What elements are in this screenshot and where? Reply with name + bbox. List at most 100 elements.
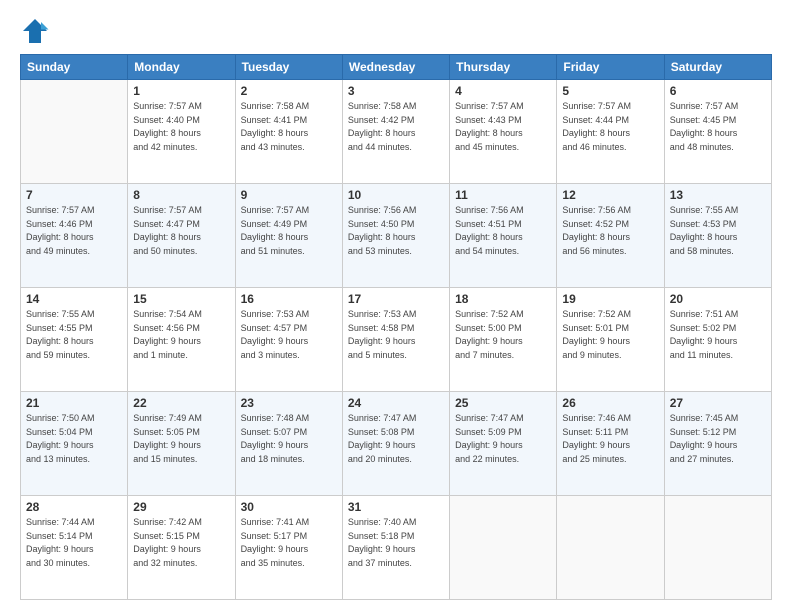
- calendar-cell: 14 Sunrise: 7:55 AM Sunset: 4:55 PM Dayli…: [21, 288, 128, 392]
- calendar-cell: 3 Sunrise: 7:58 AM Sunset: 4:42 PM Daylig…: [342, 80, 449, 184]
- day-info: Sunrise: 7:51 AM Sunset: 5:02 PM Dayligh…: [670, 308, 766, 362]
- day-number: 21: [26, 396, 122, 410]
- calendar-cell: 7 Sunrise: 7:57 AM Sunset: 4:46 PM Daylig…: [21, 184, 128, 288]
- calendar-cell: [557, 496, 664, 600]
- day-info: Sunrise: 7:58 AM Sunset: 4:41 PM Dayligh…: [241, 100, 337, 154]
- calendar-cell: 18Sunrise: 7:52 AM Sunset: 5:00 PM Dayli…: [450, 288, 557, 392]
- weekday-header-row: SundayMondayTuesdayWednesdayThursdayFrid…: [21, 55, 772, 80]
- day-number: 17: [348, 292, 444, 306]
- calendar-cell: 17 Sunrise: 7:53 AM Sunset: 4:58 PM Dayli…: [342, 288, 449, 392]
- day-number: 31: [348, 500, 444, 514]
- day-info: Sunrise: 7:56 AM Sunset: 4:50 PM Dayligh…: [348, 204, 444, 258]
- calendar-cell: 29 Sunrise: 7:42 AM Sunset: 5:15 PM Dayli…: [128, 496, 235, 600]
- calendar-cell: 15Sunrise: 7:54 AM Sunset: 4:56 PM Dayli…: [128, 288, 235, 392]
- day-info: Sunrise: 7:47 AM Sunset: 5:09 PM Dayligh…: [455, 412, 551, 466]
- day-info: Sunrise: 7:57 AM Sunset: 4:40 PM Dayligh…: [133, 100, 229, 154]
- day-number: 4: [455, 84, 551, 98]
- calendar-cell: [664, 496, 771, 600]
- week-row-1: 7 Sunrise: 7:57 AM Sunset: 4:46 PM Daylig…: [21, 184, 772, 288]
- calendar-cell: 24 Sunrise: 7:47 AM Sunset: 5:08 PM Dayli…: [342, 392, 449, 496]
- day-number: 14: [26, 292, 122, 306]
- day-info: Sunrise: 7:45 AM Sunset: 5:12 PM Dayligh…: [670, 412, 766, 466]
- calendar-cell: 20 Sunrise: 7:51 AM Sunset: 5:02 PM Dayli…: [664, 288, 771, 392]
- calendar-cell: 21 Sunrise: 7:50 AM Sunset: 5:04 PM Dayli…: [21, 392, 128, 496]
- day-number: 30: [241, 500, 337, 514]
- day-info: Sunrise: 7:57 AM Sunset: 4:44 PM Dayligh…: [562, 100, 658, 154]
- day-number: 16: [241, 292, 337, 306]
- day-info: Sunrise: 7:57 AM Sunset: 4:49 PM Dayligh…: [241, 204, 337, 258]
- day-info: Sunrise: 7:48 AM Sunset: 5:07 PM Dayligh…: [241, 412, 337, 466]
- calendar-cell: 5 Sunrise: 7:57 AM Sunset: 4:44 PM Daylig…: [557, 80, 664, 184]
- calendar-cell: 28Sunrise: 7:44 AM Sunset: 5:14 PM Dayli…: [21, 496, 128, 600]
- day-info: Sunrise: 7:57 AM Sunset: 4:46 PM Dayligh…: [26, 204, 122, 258]
- weekday-header-saturday: Saturday: [664, 55, 771, 80]
- weekday-header-friday: Friday: [557, 55, 664, 80]
- day-number: 11: [455, 188, 551, 202]
- day-info: Sunrise: 7:42 AM Sunset: 5:15 PM Dayligh…: [133, 516, 229, 570]
- day-number: 5: [562, 84, 658, 98]
- day-number: 25: [455, 396, 551, 410]
- day-info: Sunrise: 7:50 AM Sunset: 5:04 PM Dayligh…: [26, 412, 122, 466]
- day-info: Sunrise: 7:57 AM Sunset: 4:47 PM Dayligh…: [133, 204, 229, 258]
- day-number: 9: [241, 188, 337, 202]
- week-row-4: 28Sunrise: 7:44 AM Sunset: 5:14 PM Dayli…: [21, 496, 772, 600]
- day-info: Sunrise: 7:56 AM Sunset: 4:51 PM Dayligh…: [455, 204, 551, 258]
- page: SundayMondayTuesdayWednesdayThursdayFrid…: [0, 0, 792, 612]
- day-number: 23: [241, 396, 337, 410]
- calendar-cell: 16 Sunrise: 7:53 AM Sunset: 4:57 PM Dayli…: [235, 288, 342, 392]
- weekday-header-thursday: Thursday: [450, 55, 557, 80]
- day-number: 19: [562, 292, 658, 306]
- day-info: Sunrise: 7:52 AM Sunset: 5:01 PM Dayligh…: [562, 308, 658, 362]
- weekday-header-tuesday: Tuesday: [235, 55, 342, 80]
- day-number: 15: [133, 292, 229, 306]
- day-number: 24: [348, 396, 444, 410]
- calendar-cell: 30 Sunrise: 7:41 AM Sunset: 5:17 PM Dayli…: [235, 496, 342, 600]
- day-number: 28: [26, 500, 122, 514]
- day-number: 2: [241, 84, 337, 98]
- day-number: 8: [133, 188, 229, 202]
- calendar-cell: 4Sunrise: 7:57 AM Sunset: 4:43 PM Daylig…: [450, 80, 557, 184]
- day-number: 6: [670, 84, 766, 98]
- day-number: 7: [26, 188, 122, 202]
- day-info: Sunrise: 7:47 AM Sunset: 5:08 PM Dayligh…: [348, 412, 444, 466]
- week-row-2: 14 Sunrise: 7:55 AM Sunset: 4:55 PM Dayli…: [21, 288, 772, 392]
- calendar-cell: 9 Sunrise: 7:57 AM Sunset: 4:49 PM Daylig…: [235, 184, 342, 288]
- weekday-header-monday: Monday: [128, 55, 235, 80]
- calendar-cell: 19 Sunrise: 7:52 AM Sunset: 5:01 PM Dayli…: [557, 288, 664, 392]
- calendar-cell: 8 Sunrise: 7:57 AM Sunset: 4:47 PM Daylig…: [128, 184, 235, 288]
- day-info: Sunrise: 7:55 AM Sunset: 4:55 PM Dayligh…: [26, 308, 122, 362]
- calendar-cell: [450, 496, 557, 600]
- week-row-0: 1 Sunrise: 7:57 AM Sunset: 4:40 PM Daylig…: [21, 80, 772, 184]
- day-info: Sunrise: 7:46 AM Sunset: 5:11 PM Dayligh…: [562, 412, 658, 466]
- weekday-header-wednesday: Wednesday: [342, 55, 449, 80]
- day-info: Sunrise: 7:41 AM Sunset: 5:17 PM Dayligh…: [241, 516, 337, 570]
- calendar-cell: 31 Sunrise: 7:40 AM Sunset: 5:18 PM Dayli…: [342, 496, 449, 600]
- day-number: 22: [133, 396, 229, 410]
- day-number: 10: [348, 188, 444, 202]
- day-info: Sunrise: 7:53 AM Sunset: 4:57 PM Dayligh…: [241, 308, 337, 362]
- day-number: 12: [562, 188, 658, 202]
- day-number: 13: [670, 188, 766, 202]
- week-row-3: 21 Sunrise: 7:50 AM Sunset: 5:04 PM Dayli…: [21, 392, 772, 496]
- calendar-cell: 11 Sunrise: 7:56 AM Sunset: 4:51 PM Dayli…: [450, 184, 557, 288]
- calendar-cell: 23 Sunrise: 7:48 AM Sunset: 5:07 PM Dayli…: [235, 392, 342, 496]
- calendar-cell: 13Sunrise: 7:55 AM Sunset: 4:53 PM Dayli…: [664, 184, 771, 288]
- day-info: Sunrise: 7:58 AM Sunset: 4:42 PM Dayligh…: [348, 100, 444, 154]
- calendar-table: SundayMondayTuesdayWednesdayThursdayFrid…: [20, 54, 772, 600]
- calendar-cell: 25 Sunrise: 7:47 AM Sunset: 5:09 PM Dayli…: [450, 392, 557, 496]
- day-info: Sunrise: 7:49 AM Sunset: 5:05 PM Dayligh…: [133, 412, 229, 466]
- day-info: Sunrise: 7:40 AM Sunset: 5:18 PM Dayligh…: [348, 516, 444, 570]
- calendar-cell: 12Sunrise: 7:56 AM Sunset: 4:52 PM Dayli…: [557, 184, 664, 288]
- day-number: 20: [670, 292, 766, 306]
- logo: [20, 16, 54, 46]
- calendar-cell: 26Sunrise: 7:46 AM Sunset: 5:11 PM Dayli…: [557, 392, 664, 496]
- day-number: 29: [133, 500, 229, 514]
- calendar-cell: 10 Sunrise: 7:56 AM Sunset: 4:50 PM Dayli…: [342, 184, 449, 288]
- day-number: 3: [348, 84, 444, 98]
- calendar-cell: 27Sunrise: 7:45 AM Sunset: 5:12 PM Dayli…: [664, 392, 771, 496]
- day-number: 18: [455, 292, 551, 306]
- calendar-cell: 22 Sunrise: 7:49 AM Sunset: 5:05 PM Dayli…: [128, 392, 235, 496]
- day-number: 1: [133, 84, 229, 98]
- calendar-cell: 2 Sunrise: 7:58 AM Sunset: 4:41 PM Daylig…: [235, 80, 342, 184]
- day-info: Sunrise: 7:53 AM Sunset: 4:58 PM Dayligh…: [348, 308, 444, 362]
